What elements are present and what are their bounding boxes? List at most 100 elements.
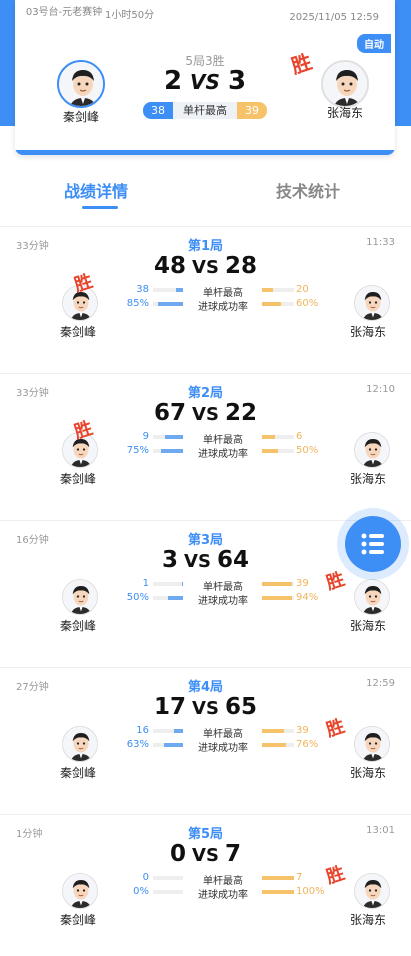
- max-break-left-value: 1: [142, 578, 149, 589]
- match-duration: 1小时50分: [105, 10, 155, 21]
- pot-rate-left-value: 85%: [126, 298, 149, 309]
- round-card[interactable]: 1分钟 第5局 13:01 0 VS 7 0 单杆最高 7 0% 进球成功率 100% 秦剑峰 张海东胜: [0, 815, 411, 956]
- pot-rate-right-bar: [262, 302, 294, 306]
- player-avatar-icon: [355, 286, 389, 320]
- max-break-right-value: 7: [296, 872, 303, 883]
- list-menu-icon: [361, 533, 384, 555]
- max-break-left-bar: [153, 729, 183, 733]
- max-break-right-bar: [262, 729, 294, 733]
- table-venue: 03号台-元老赛钟: [25, 7, 103, 18]
- max-break-left: 38: [143, 102, 173, 119]
- vs-label: VS: [192, 845, 219, 866]
- round-card[interactable]: 27分钟 第4局 12:59 17 VS 65 16 单杆最高 39 63% 进球成功率 76% 秦剑峰…: [0, 668, 411, 815]
- player-right-avatar[interactable]: [321, 60, 369, 108]
- player-avatar-icon: [63, 874, 97, 908]
- max-break-right-bar: [262, 876, 294, 880]
- tab-stats[interactable]: 技术统计: [276, 178, 340, 202]
- round-score-left: 17: [154, 694, 187, 720]
- max-break-right: 39: [237, 102, 267, 119]
- round-player-left-avatar[interactable]: [62, 873, 98, 909]
- round-player-right-avatar[interactable]: [354, 432, 390, 468]
- pot-rate-right-value: 100%: [296, 886, 325, 897]
- round-player-right-avatar[interactable]: [354, 726, 390, 762]
- round-score-right: 28: [224, 253, 257, 279]
- tab-details[interactable]: 战绩详情: [64, 178, 128, 202]
- max-break-row: 0 单杆最高 7: [0, 872, 411, 887]
- round-title: 第5局: [187, 827, 224, 842]
- vs-label: VS: [190, 70, 220, 94]
- pot-rate-right-value: 50%: [296, 445, 319, 456]
- round-time: 12:10: [366, 384, 395, 395]
- player-avatar-icon: [63, 727, 97, 761]
- menu-fab[interactable]: [337, 508, 409, 580]
- pot-rate-right-bar: [262, 449, 294, 453]
- active-tab-indicator: [82, 206, 118, 209]
- max-break-left-value: 38: [136, 284, 149, 295]
- card-accent-bar: [15, 150, 395, 155]
- round-player-left-name: 秦剑峰: [59, 913, 96, 927]
- round-card[interactable]: 33分钟 第1局 11:33 48 VS 28 38 单杆最高 20 85% 进球成功率 60% 秦剑峰…: [0, 227, 411, 374]
- pot-rate-left-bar: [153, 302, 183, 306]
- max-break-row: 16 单杆最高 39: [0, 725, 411, 740]
- vs-label: VS: [192, 404, 219, 425]
- round-player-left-avatar[interactable]: [62, 579, 98, 615]
- max-break-right-bar: [262, 582, 294, 586]
- player-avatar-icon: [323, 62, 367, 106]
- pot-rate-left-bar: [153, 743, 183, 747]
- max-break-right-value: 39: [296, 578, 309, 589]
- round-time: 11:33: [366, 237, 395, 248]
- round-player-right-avatar[interactable]: [354, 285, 390, 321]
- total-score-right: 3: [227, 66, 247, 96]
- pot-rate-right-bar: [262, 596, 294, 600]
- round-score: 17 VS 65: [0, 694, 411, 720]
- round-title: 第1局: [187, 239, 224, 254]
- round-score: 48 VS 28: [0, 253, 411, 279]
- round-player-right-name: 张海东: [349, 472, 386, 486]
- round-player-right-avatar[interactable]: [354, 579, 390, 615]
- round-score: 0 VS 7: [0, 841, 411, 867]
- player-avatar-icon: [355, 727, 389, 761]
- max-break-label: 单杆最高: [203, 876, 243, 887]
- round-score-right: 65: [224, 694, 257, 720]
- max-break-right-bar: [262, 288, 294, 292]
- max-break-right-value: 39: [296, 725, 309, 736]
- round-player-right-name: 张海东: [349, 766, 386, 780]
- pot-rate-right-value: 76%: [296, 739, 319, 750]
- player-left-name: 秦剑峰: [62, 110, 99, 124]
- max-break-left-value: 9: [142, 431, 149, 442]
- round-score: 67 VS 22: [0, 400, 411, 426]
- total-score-left: 2: [163, 66, 183, 96]
- max-break-row: 9 单杆最高 6: [0, 431, 411, 446]
- round-score-right: 22: [224, 400, 257, 426]
- round-card[interactable]: 33分钟 第2局 12:10 67 VS 22 9 单杆最高 6 75% 进球成功率 50% 秦剑峰 张海…: [0, 374, 411, 521]
- round-title: 第4局: [187, 680, 224, 695]
- round-score-left: 67: [154, 400, 187, 426]
- round-score-right: 7: [224, 841, 241, 867]
- round-title: 第2局: [187, 386, 224, 401]
- player-avatar-icon: [59, 62, 103, 106]
- pot-rate-right-bar: [262, 743, 294, 747]
- menu-fab-inner[interactable]: [345, 516, 401, 572]
- round-player-left-name: 秦剑峰: [59, 619, 96, 633]
- pot-rate-left-value: 63%: [126, 739, 149, 750]
- max-break-label: 单杆最高: [203, 288, 243, 299]
- player-avatar-icon: [355, 433, 389, 467]
- round-player-left-avatar[interactable]: [62, 726, 98, 762]
- max-break-label: 单杆最高: [203, 729, 243, 740]
- player-right-name: 张海东: [326, 106, 363, 120]
- pot-rate-label: 进球成功率: [198, 302, 248, 313]
- pot-rate-left-value: 75%: [126, 445, 149, 456]
- player-avatar-icon: [355, 580, 389, 614]
- pot-rate-label: 进球成功率: [198, 890, 248, 901]
- max-break-label: 单杆最高: [203, 582, 243, 593]
- max-break-bar: 38 单杆最高 39: [143, 102, 267, 119]
- round-player-right-name: 张海东: [349, 913, 386, 927]
- pot-rate-label: 进球成功率: [198, 596, 248, 607]
- max-break-row: 38 单杆最高 20: [0, 284, 411, 299]
- round-player-right-avatar[interactable]: [354, 873, 390, 909]
- max-break-label: 单杆最高: [203, 435, 243, 446]
- round-player-right-name: 张海东: [349, 325, 386, 339]
- match-datetime: 2025/11/05 12:59: [289, 12, 379, 23]
- pot-rate-right-value: 94%: [296, 592, 319, 603]
- player-left-avatar[interactable]: [57, 60, 105, 108]
